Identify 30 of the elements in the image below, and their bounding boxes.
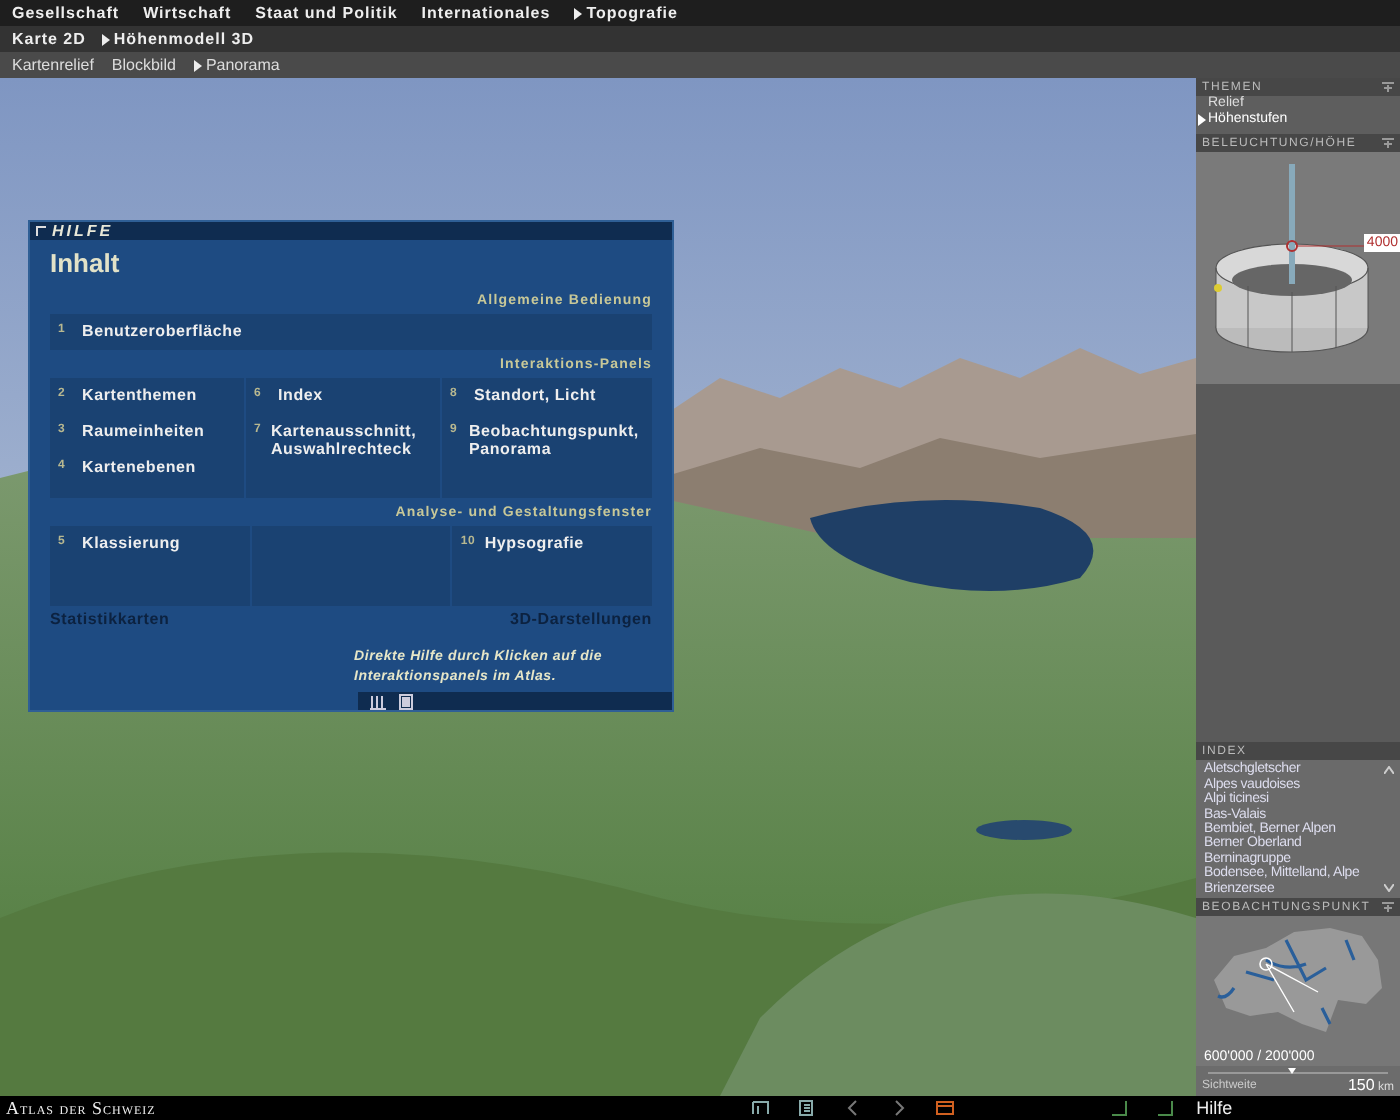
corner-icon (36, 226, 46, 237)
window-icon[interactable] (936, 1100, 955, 1116)
page-icon[interactable] (398, 693, 416, 710)
menu-item[interactable]: Staat und Politik (255, 4, 398, 22)
menu-item[interactable]: Kartenrelief (12, 56, 94, 74)
collapse-icon[interactable] (1382, 902, 1394, 912)
list-icon[interactable] (798, 1100, 817, 1116)
help-heading: Inhalt (50, 248, 120, 279)
scroll-up-icon[interactable] (1383, 766, 1393, 775)
column-label: 3D-Darstellungen (509, 610, 652, 629)
collapse-icon[interactable] (1382, 138, 1394, 148)
distance-slider[interactable] (1196, 1066, 1400, 1078)
distance-value: 150 (1347, 1076, 1375, 1094)
menu-item[interactable]: Karte 2D (12, 30, 86, 48)
chevron-right-icon[interactable] (890, 1100, 909, 1116)
menu-item[interactable]: Blockbild (111, 56, 176, 74)
panel-icon[interactable] (752, 1100, 771, 1116)
columns-icon[interactable] (370, 693, 388, 710)
corner-icon[interactable] (1156, 1100, 1175, 1116)
menu-item[interactable]: Wirtschaft (143, 4, 232, 22)
brand-name: Atlas der Schweiz (6, 1098, 156, 1118)
column-label: Statistikkarten (50, 610, 170, 629)
scroll-down-icon[interactable] (1383, 884, 1393, 892)
menu-item[interactable]: Internationales (421, 4, 551, 22)
corner-icon[interactable] (1110, 1100, 1129, 1116)
collapse-icon[interactable] (1382, 82, 1394, 92)
help-label[interactable]: Hilfe (1196, 1098, 1233, 1118)
panel-title: HILFE (52, 222, 114, 241)
menu-item[interactable]: Gesellschaft (12, 4, 120, 22)
chevron-left-icon[interactable] (844, 1100, 863, 1116)
